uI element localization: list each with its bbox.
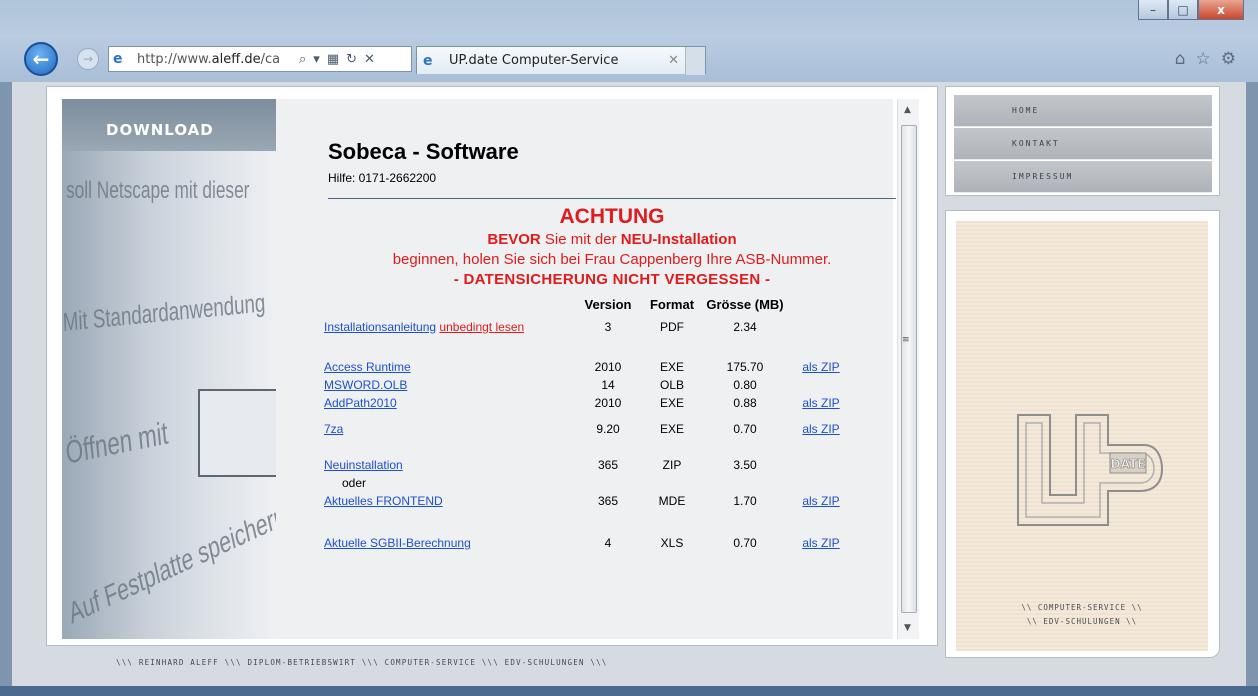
- table-row: Installationsanleitung unbedingt lesen 3…: [324, 320, 757, 334]
- oder-text: oder: [342, 476, 367, 490]
- search-icon[interactable]: ⌕: [299, 52, 306, 67]
- toolbar-icons: ⌂ ☆ ⚙: [1175, 49, 1236, 69]
- unbedingt-lesen-link[interactable]: unbedingt lesen: [439, 320, 524, 334]
- address-url[interactable]: http://www.aleff.de/ca: [137, 52, 293, 67]
- addpath2010-link[interactable]: AddPath2010: [324, 396, 397, 410]
- content-scrollbar[interactable]: ▲ ≡ ▼: [897, 99, 919, 639]
- warning-line-2: beginnen, holen Sie sich bei Frau Cappen…: [392, 251, 832, 268]
- download-banner-image: DOWNLOAD soll Netscape mit dieser Mit St…: [62, 99, 276, 639]
- msword-olb-link[interactable]: MSWORD.OLB: [324, 378, 407, 392]
- home-icon[interactable]: ⌂: [1175, 49, 1186, 69]
- aktuelles-frontend-link[interactable]: Aktuelles FRONTEND: [324, 494, 443, 508]
- nav-card: HOME KONTAKT IMPRESSUM: [945, 86, 1220, 196]
- gear-icon[interactable]: ⚙: [1221, 49, 1236, 69]
- hotline-text: Hilfe: 0171-2662200: [328, 171, 437, 185]
- sgbii-berechnung-zip-link[interactable]: als ZIP: [802, 536, 839, 550]
- divider: [328, 198, 896, 199]
- ie-logo-icon: e: [423, 52, 433, 69]
- close-window-button[interactable]: x: [1198, 0, 1244, 20]
- taskbar-edge: [0, 686, 1258, 696]
- photo-text-line: soll Netscape mit dieser: [66, 177, 250, 204]
- access-runtime-link[interactable]: Access Runtime: [324, 360, 411, 374]
- tab-active[interactable]: e UP.date Computer-Service ✕: [416, 46, 706, 75]
- back-arrow-icon: ←: [32, 47, 50, 71]
- warning-heading: ACHTUNG: [559, 205, 665, 228]
- warning-line-3: - DATENSICHERUNG NICHT VERGESSEN -: [453, 271, 771, 288]
- logo-card: DATE \\ COMPUTER-SERVICE \\ \\ EDV-SCHUL…: [945, 210, 1220, 658]
- page-title: Sobeca - Software: [328, 139, 519, 164]
- table-row: 7za 9.20 EXE 0.70 als ZIP: [324, 422, 840, 436]
- photo-input-box: [198, 389, 276, 477]
- 7za-link[interactable]: 7za: [324, 422, 343, 436]
- header-version: Version: [584, 297, 632, 312]
- table-row: oder: [324, 474, 856, 492]
- nav-item-kontakt[interactable]: KONTAKT: [954, 128, 1212, 160]
- photo-text-line: Öffnen mit: [64, 414, 170, 471]
- table-header-row: Version Format Grösse (MB): [324, 295, 856, 314]
- header-size: Grösse (MB): [706, 297, 784, 312]
- new-tab-button[interactable]: [685, 47, 705, 75]
- ie-logo-icon: e: [113, 51, 123, 67]
- nav-item-home[interactable]: HOME: [954, 95, 1212, 127]
- back-button[interactable]: ←: [24, 42, 58, 76]
- table-row: AddPath2010 2010 EXE 0.88 als ZIP: [324, 396, 840, 410]
- address-bar[interactable]: e http://www.aleff.de/ca ⌕ ▾ ▦ ↻ ✕: [108, 46, 412, 72]
- main-content-card: DOWNLOAD soll Netscape mit dieser Mit St…: [46, 86, 938, 646]
- minimize-button[interactable]: –: [1138, 0, 1168, 20]
- neuinstallation-link[interactable]: Neuinstallation: [324, 458, 403, 472]
- tab-close-icon[interactable]: ✕: [668, 53, 679, 68]
- scroll-down-icon[interactable]: ▼: [904, 623, 911, 633]
- access-runtime-zip-link[interactable]: als ZIP: [802, 360, 839, 374]
- table-row: MSWORD.OLB 14 OLB 0.80: [324, 378, 757, 392]
- table-row: Aktuelle SGBII-Berechnung 4 XLS 0.70 als…: [324, 536, 840, 550]
- nav-item-impressum[interactable]: IMPRESSUM: [954, 161, 1212, 193]
- download-title: DOWNLOAD: [106, 121, 214, 139]
- refresh-icon[interactable]: ↻: [346, 52, 357, 67]
- footer-text: \\\ REINHARD ALEFF \\\ DIPLOM-BETRIEBSWI…: [116, 658, 608, 667]
- table-row: Access Runtime 2010 EXE 175.70 als ZIP: [324, 360, 840, 374]
- aktuelles-frontend-zip-link[interactable]: als ZIP: [802, 494, 839, 508]
- table-row: Aktuelles FRONTEND 365 MDE 1.70 als ZIP: [324, 494, 840, 508]
- header-format: Format: [649, 297, 695, 312]
- installationsanleitung-link[interactable]: Installationsanleitung: [324, 320, 436, 334]
- browser-chrome: – □ x ← → e http://www.aleff.de/ca ⌕ ▾ ▦…: [0, 0, 1258, 82]
- favorites-star-icon[interactable]: ☆: [1196, 49, 1211, 69]
- tab-title: UP.date Computer-Service: [449, 53, 619, 68]
- sgbii-berechnung-link[interactable]: Aktuelle SGBII-Berechnung: [324, 536, 471, 550]
- maximize-button[interactable]: □: [1168, 0, 1198, 20]
- photo-text-line: Auf Festplatte speichern: [66, 499, 276, 631]
- content-area: Sobeca - Software Hilfe: 0171-2662200 AC…: [276, 99, 896, 639]
- 7za-zip-link[interactable]: als ZIP: [802, 422, 839, 436]
- logo-panel: DATE \\ COMPUTER-SERVICE \\ \\ EDV-SCHUL…: [956, 221, 1208, 651]
- downloads-table: Version Format Grösse (MB) Installations…: [324, 295, 856, 552]
- table-row: Neuinstallation 365 ZIP 3.50: [324, 458, 757, 472]
- logo-tagline-2: \\ EDV-SCHULUNGEN \\: [1026, 617, 1138, 626]
- title-bar: [0, 0, 1258, 34]
- stop-icon[interactable]: ✕: [364, 52, 375, 67]
- logo-tagline-1: \\ COMPUTER-SERVICE \\: [1021, 603, 1143, 612]
- page-viewport: DOWNLOAD soll Netscape mit dieser Mit St…: [12, 82, 1246, 686]
- scrollbar-thumb[interactable]: [901, 125, 917, 613]
- logo-date-text: DATE: [1111, 457, 1146, 471]
- photo-text-line: Mit Standardanwendung: [62, 287, 266, 337]
- forward-button[interactable]: →: [77, 48, 99, 70]
- dropdown-icon[interactable]: ▾: [313, 52, 320, 67]
- scroll-up-icon[interactable]: ▲: [904, 105, 911, 115]
- compat-view-icon[interactable]: ▦: [327, 52, 339, 67]
- addpath2010-zip-link[interactable]: als ZIP: [802, 396, 839, 410]
- scroll-grip-icon: ≡: [902, 335, 910, 345]
- forward-arrow-icon: →: [82, 52, 94, 66]
- window-controls: – □ x: [1138, 0, 1244, 20]
- update-logo: DATE: [1017, 414, 1164, 526]
- warning-line-1: BEVOR Sie mit der NEU-Installation: [487, 231, 737, 248]
